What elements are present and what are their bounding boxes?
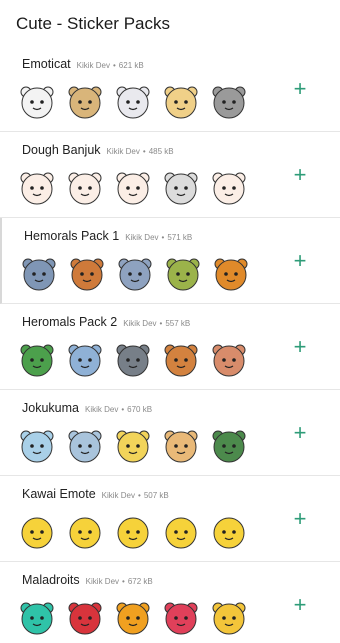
sticker-pack-row[interactable]: Jokukuma Kikik Dev • 670 kB + [0, 390, 340, 476]
pack-name: Emoticat [22, 57, 71, 71]
pack-header: Hemorals Pack 1 Kikik Dev • 571 kB [24, 227, 192, 245]
pack-author: Kikik Dev [84, 405, 119, 414]
animal-sticker [212, 344, 246, 377]
animal-sticker [20, 344, 54, 377]
pack-name: Dough Banjuk [22, 143, 101, 157]
emoji-sticker [21, 517, 53, 549]
sticker-preview-strip [16, 596, 250, 640]
monster-sticker [116, 602, 150, 635]
sticker-preview-strip [16, 424, 250, 468]
app-bar: Cute - Sticker Packs [0, 0, 340, 46]
cat-sticker [212, 86, 246, 119]
bear-sticker [212, 430, 246, 463]
pack-name: Heromals Pack 2 [22, 315, 118, 329]
pack-header: Emoticat Kikik Dev • 621 kB [22, 55, 144, 73]
cat-sticker [164, 86, 198, 119]
monster-sticker [212, 602, 246, 635]
meta-separator: • [112, 61, 116, 70]
pack-size: 571 kB [167, 233, 193, 242]
animal-sticker [116, 344, 150, 377]
meta-separator: • [159, 319, 163, 328]
pack-author: Kikik Dev [101, 491, 135, 500]
dough-sticker [212, 172, 246, 205]
pack-name: Kawai Emote [22, 487, 96, 501]
bear-sticker [20, 430, 54, 463]
sticker-pack-row[interactable]: Maladroits Kikik Dev • 672 kB + [0, 562, 340, 643]
dough-sticker [68, 172, 102, 205]
add-pack-button[interactable]: + [288, 250, 312, 274]
meta-separator: • [121, 405, 125, 414]
emoji-sticker [165, 517, 197, 549]
dough-sticker [116, 172, 150, 205]
pack-size: 507 kB [143, 491, 169, 500]
monster-sticker [68, 602, 102, 635]
pack-name: Maladroits [22, 573, 80, 587]
pack-header: Kawai Emote Kikik Dev • 507 kB [22, 485, 169, 503]
dough-sticker [164, 172, 198, 205]
pack-size: 672 kB [127, 577, 153, 586]
pack-author: Kikik Dev [76, 61, 110, 70]
add-pack-button[interactable]: + [288, 78, 312, 102]
sticker-pack-list: Emoticat Kikik Dev • 621 kB + Dough Banjuk Kik… [0, 46, 340, 643]
add-pack-button[interactable]: + [288, 422, 312, 446]
meta-separator: • [122, 577, 125, 586]
sticker-preview-strip [16, 510, 250, 554]
puppy-sticker [68, 86, 102, 119]
page-title: Cute - Sticker Packs [16, 14, 170, 33]
sticker-preview-strip [16, 338, 250, 382]
sticker-pack-row[interactable]: Heromals Pack 2 Kikik Dev • 557 kB + [0, 304, 340, 390]
emoji-sticker [117, 517, 149, 549]
pack-name: Hemorals Pack 1 [24, 229, 120, 243]
monster-sticker [20, 602, 54, 635]
animal-sticker [166, 258, 200, 291]
pack-header: Heromals Pack 2 Kikik Dev • 557 kB [22, 313, 190, 331]
animal-sticker [70, 258, 104, 291]
bear-sticker [116, 430, 150, 463]
add-pack-button[interactable]: + [288, 164, 312, 188]
pack-author: Kikik Dev [85, 577, 120, 586]
pack-size: 621 kB [118, 61, 144, 70]
pack-size: 485 kB [148, 147, 174, 156]
sticker-preview-strip [16, 80, 250, 124]
animal-sticker [118, 258, 152, 291]
sticker-pack-row[interactable]: Kawai Emote Kikik Dev • 507 kB + [0, 476, 340, 562]
animal-sticker [164, 344, 198, 377]
dough-sticker [20, 172, 54, 205]
pack-header: Jokukuma Kikik Dev • 670 kB [22, 399, 152, 417]
pack-size: 670 kB [127, 405, 153, 414]
add-pack-button[interactable]: + [288, 336, 312, 360]
bear-sticker [164, 430, 198, 463]
pack-name: Jokukuma [22, 401, 79, 415]
pack-author: Kikik Dev [125, 233, 159, 242]
animal-sticker [22, 258, 56, 291]
meta-separator: • [138, 491, 141, 500]
cat-sticker [116, 86, 150, 119]
bear-sticker [68, 430, 102, 463]
emoji-sticker [213, 517, 245, 549]
pack-author: Kikik Dev [106, 147, 140, 156]
sticker-pack-row[interactable]: Emoticat Kikik Dev • 621 kB + [0, 46, 340, 132]
sticker-pack-row[interactable]: Hemorals Pack 1 Kikik Dev • 571 kB + [0, 218, 340, 304]
animal-sticker [68, 344, 102, 377]
add-pack-button[interactable]: + [288, 508, 312, 532]
sticker-pack-row[interactable]: Dough Banjuk Kikik Dev • 485 kB + [0, 132, 340, 218]
sticker-preview-strip [16, 166, 250, 210]
monster-sticker [164, 602, 198, 635]
pack-author: Kikik Dev [123, 319, 157, 328]
emoji-sticker [69, 517, 101, 549]
sticker-preview-strip [18, 252, 252, 296]
add-pack-button[interactable]: + [288, 594, 312, 618]
meta-separator: • [142, 147, 146, 156]
pack-size: 557 kB [165, 319, 191, 328]
animal-sticker [214, 258, 248, 291]
meta-separator: • [161, 233, 165, 242]
cat-sticker [20, 86, 54, 119]
pack-header: Maladroits Kikik Dev • 672 kB [22, 571, 153, 589]
pack-header: Dough Banjuk Kikik Dev • 485 kB [22, 141, 174, 159]
